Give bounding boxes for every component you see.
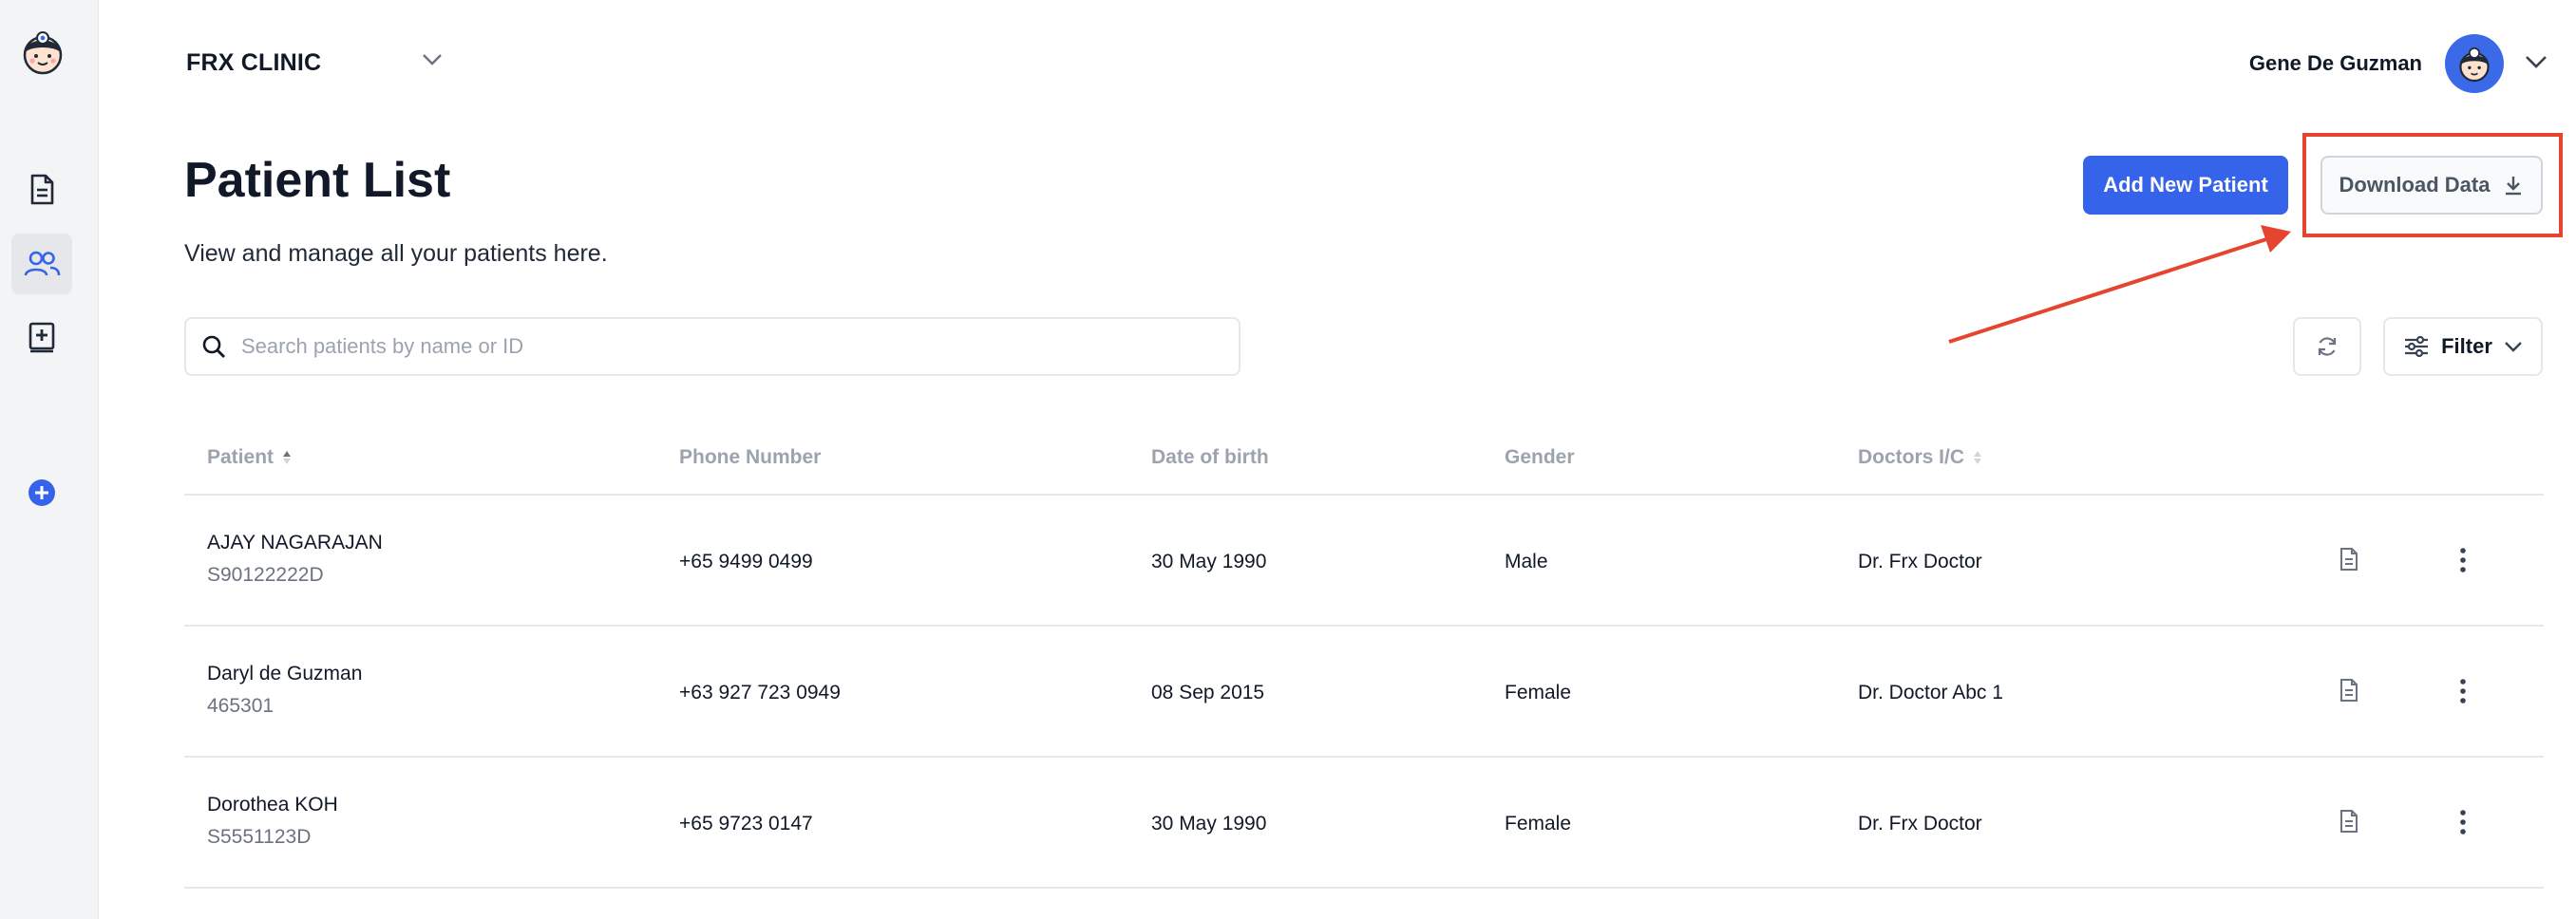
dob-cell: 30 May 1990: [1151, 551, 1267, 572]
sort-icon: [1974, 451, 1982, 464]
refresh-button[interactable]: [2293, 317, 2361, 376]
more-vertical-icon[interactable]: [2458, 547, 2468, 578]
doctor-cell: Dr. Doctor Abc 1: [1858, 682, 2003, 703]
chevron-down-icon: [2505, 342, 2522, 352]
sidebar: [0, 0, 99, 919]
user-menu[interactable]: Gene De Guzman: [2249, 34, 2548, 93]
chevron-down-icon[interactable]: [2525, 54, 2548, 74]
search-icon: [202, 335, 225, 358]
column-header-patient[interactable]: Patient: [207, 446, 293, 469]
download-data-label: Download Data: [2339, 173, 2491, 197]
table-header: Patient Phone Number Date of birth Gende…: [184, 429, 2544, 496]
clinic-name: FRX CLINIC: [186, 49, 322, 76]
document-icon[interactable]: [2339, 678, 2359, 707]
phone-cell: +63 927 723 0949: [679, 682, 841, 703]
users-icon: [24, 251, 61, 276]
doctor-cell: Dr. Frx Doctor: [1858, 551, 1982, 572]
sidebar-add-button[interactable]: [11, 462, 72, 523]
avatar[interactable]: [2445, 34, 2504, 93]
document-icon[interactable]: [2339, 809, 2359, 838]
patient-cell: AJAY NAGARAJAN S90122222D: [207, 532, 383, 587]
medical-book-icon: [28, 322, 55, 353]
gender-cell: Male: [1505, 551, 1548, 572]
table-row[interactable]: Daryl de Guzman 465301 +63 927 723 0949 …: [184, 627, 2544, 758]
download-icon: [2506, 177, 2522, 196]
table-row[interactable]: Dorothea KOH S5551123D +65 9723 0147 30 …: [184, 758, 2544, 889]
page-subtitle: View and manage all your patients here.: [184, 240, 608, 267]
patient-id: S5551123D: [207, 826, 312, 848]
doctor-cell: Dr. Frx Doctor: [1858, 813, 1982, 835]
add-circle-icon: [28, 479, 55, 506]
dob-cell: 08 Sep 2015: [1151, 682, 1265, 703]
column-label: Phone Number: [679, 446, 822, 468]
column-header-gender: Gender: [1505, 446, 1575, 469]
column-label: Gender: [1505, 446, 1575, 468]
patient-name[interactable]: Daryl de Guzman: [207, 663, 362, 685]
dob-cell: 30 May 1990: [1151, 813, 1267, 835]
column-header-dob: Date of birth: [1151, 446, 1269, 469]
patient-id: 465301: [207, 695, 275, 717]
user-name: Gene De Guzman: [2248, 51, 2422, 75]
patient-cell: Dorothea KOH S5551123D: [207, 794, 338, 849]
filter-label: Filter: [2441, 334, 2492, 358]
document-icon[interactable]: [2339, 547, 2359, 576]
sidebar-item-documents[interactable]: [11, 159, 72, 220]
filter-button[interactable]: Filter: [2383, 317, 2543, 376]
more-vertical-icon[interactable]: [2458, 678, 2468, 709]
column-header-doctor[interactable]: Doctors I/C: [1858, 446, 1983, 469]
add-new-patient-button[interactable]: Add New Patient: [2083, 156, 2288, 215]
phone-cell: +65 9499 0499: [679, 551, 813, 572]
sidebar-item-patients[interactable]: [11, 234, 72, 294]
page-title: Patient List: [184, 153, 451, 208]
column-label: Doctors I/C: [1858, 446, 1965, 468]
patient-name[interactable]: AJAY NAGARAJAN: [207, 532, 383, 554]
gender-cell: Female: [1505, 813, 1572, 835]
add-new-patient-label: Add New Patient: [2103, 173, 2268, 197]
refresh-icon: [2318, 337, 2337, 356]
patient-name[interactable]: Dorothea KOH: [207, 794, 338, 816]
sliders-icon: [2405, 335, 2429, 358]
patient-table: Patient Phone Number Date of birth Gende…: [184, 429, 2544, 889]
patient-cell: Daryl de Guzman 465301: [207, 663, 362, 718]
table-row[interactable]: AJAY NAGARAJAN S90122222D +65 9499 0499 …: [184, 496, 2544, 627]
column-label: Date of birth: [1151, 446, 1269, 468]
column-label: Patient: [207, 446, 275, 468]
sidebar-item-records[interactable]: [11, 308, 72, 368]
clinic-selector[interactable]: FRX CLINIC: [186, 49, 442, 77]
doctor-logo-icon[interactable]: [19, 25, 66, 78]
sort-icon: [283, 451, 292, 464]
patient-id: S90122222D: [207, 564, 324, 586]
gender-cell: Female: [1505, 682, 1572, 703]
download-data-button[interactable]: Download Data: [2320, 156, 2543, 215]
more-vertical-icon[interactable]: [2458, 809, 2468, 840]
search-input[interactable]: [239, 333, 1239, 360]
search-box[interactable]: [184, 317, 1241, 376]
phone-cell: +65 9723 0147: [679, 813, 813, 835]
document-icon: [30, 174, 54, 205]
column-header-phone: Phone Number: [679, 446, 821, 469]
chevron-down-icon: [422, 53, 443, 71]
